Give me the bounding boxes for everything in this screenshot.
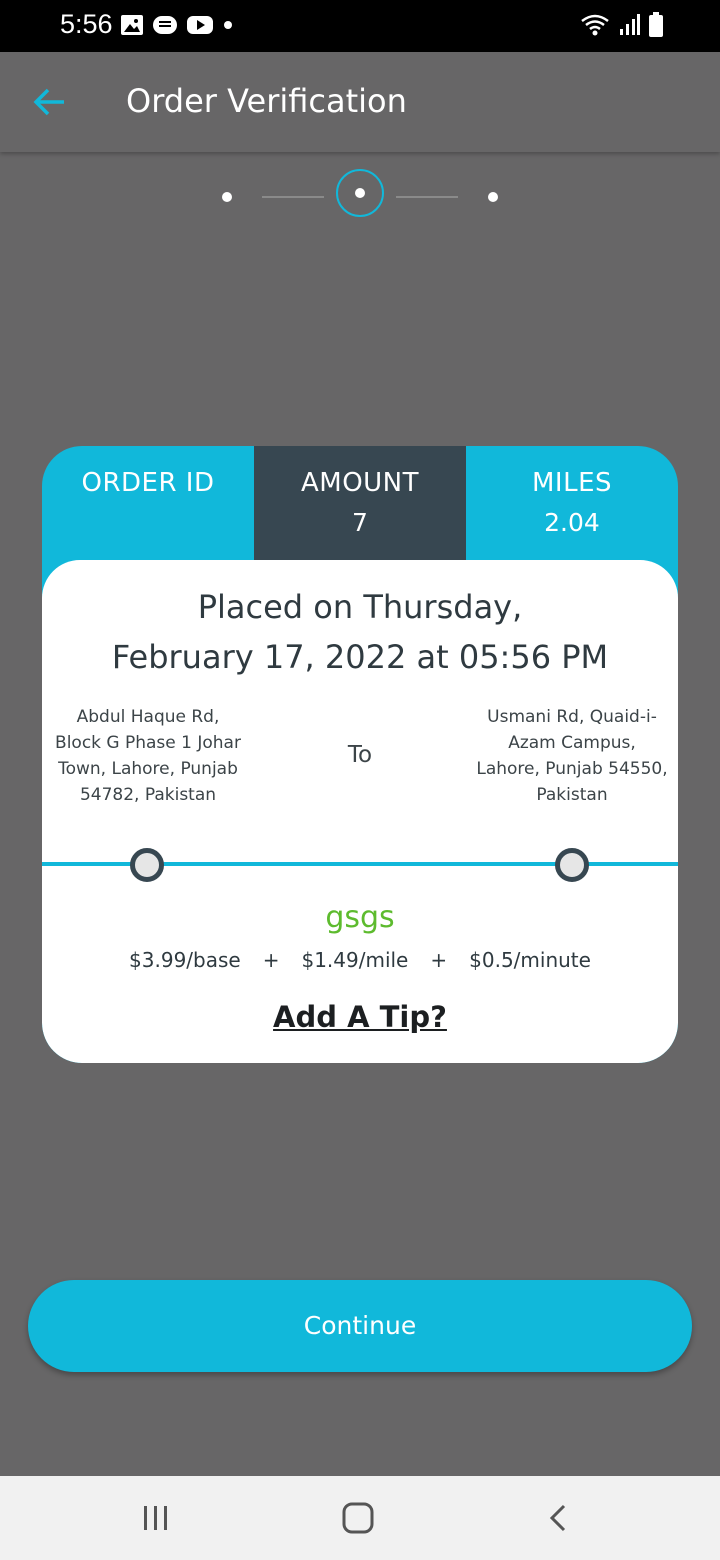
dot-icon: [224, 21, 232, 29]
status-time: 5:56: [60, 9, 113, 39]
signal-icon: [620, 14, 640, 35]
message-icon: [153, 16, 177, 34]
plus-sign: +: [430, 948, 448, 972]
price-mile: $1.49/mile: [301, 948, 409, 972]
arrow-left-icon[interactable]: [28, 80, 72, 124]
system-icons: [580, 12, 664, 38]
step-connector: [396, 196, 458, 198]
step-2-dot: [355, 188, 365, 198]
order-id-stat: ORDER ID: [42, 446, 254, 560]
page-title: Order Verification: [126, 82, 407, 120]
step-3: [488, 192, 498, 202]
youtube-icon: [187, 16, 213, 34]
continue-button[interactable]: Continue: [28, 1280, 692, 1372]
placed-line-2: February 17, 2022 at 05:56 PM: [111, 638, 609, 676]
miles-stat: MILES 2.04: [466, 446, 678, 560]
miles-label: MILES: [531, 468, 613, 498]
dropoff-address: Usmani Rd, Quaid-i-Azam Campus, Lahore, …: [476, 707, 668, 805]
plus-sign: +: [262, 948, 280, 972]
system-nav-bar: [0, 1476, 720, 1560]
step-connector: [262, 196, 324, 198]
price-base: $3.99/base: [129, 948, 241, 972]
step-1: [222, 192, 232, 202]
amount-value: 7: [352, 508, 368, 537]
dropoff-node-icon: [555, 848, 589, 882]
back-chevron-icon[interactable]: [540, 1500, 580, 1536]
add-tip-link[interactable]: Add A Tip?: [42, 1000, 678, 1034]
status-bar: 5:56: [0, 0, 720, 52]
order-id-label: ORDER ID: [81, 468, 215, 498]
pricing-row: $3.99/base + $1.49/mile + $0.5/minute: [42, 948, 678, 972]
image-icon: [121, 15, 143, 35]
order-details: Placed on Thursday, February 17, 2022 at…: [42, 560, 678, 1063]
pickup-node-icon: [130, 848, 164, 882]
placed-line-1: Placed on Thursday,: [197, 588, 523, 626]
notification-icons: [120, 14, 234, 36]
wifi-icon: [581, 14, 609, 36]
battery-icon: [649, 12, 663, 37]
progress-stepper: [0, 160, 720, 230]
amount-stat: AMOUNT 7: [254, 446, 466, 560]
service-name: gsgs: [325, 900, 395, 935]
recents-icon[interactable]: [136, 1500, 176, 1536]
placed-on-text: Placed on Thursday, February 17, 2022 at…: [42, 582, 678, 682]
app-bar: Order Verification: [0, 52, 720, 152]
miles-value: 2.04: [544, 508, 600, 537]
price-minute: $0.5/minute: [469, 948, 591, 972]
home-icon[interactable]: [338, 1500, 378, 1536]
amount-label: AMOUNT: [300, 468, 420, 498]
order-card: ORDER ID AMOUNT 7 MILES 2.04 Placed on T…: [42, 446, 678, 1063]
